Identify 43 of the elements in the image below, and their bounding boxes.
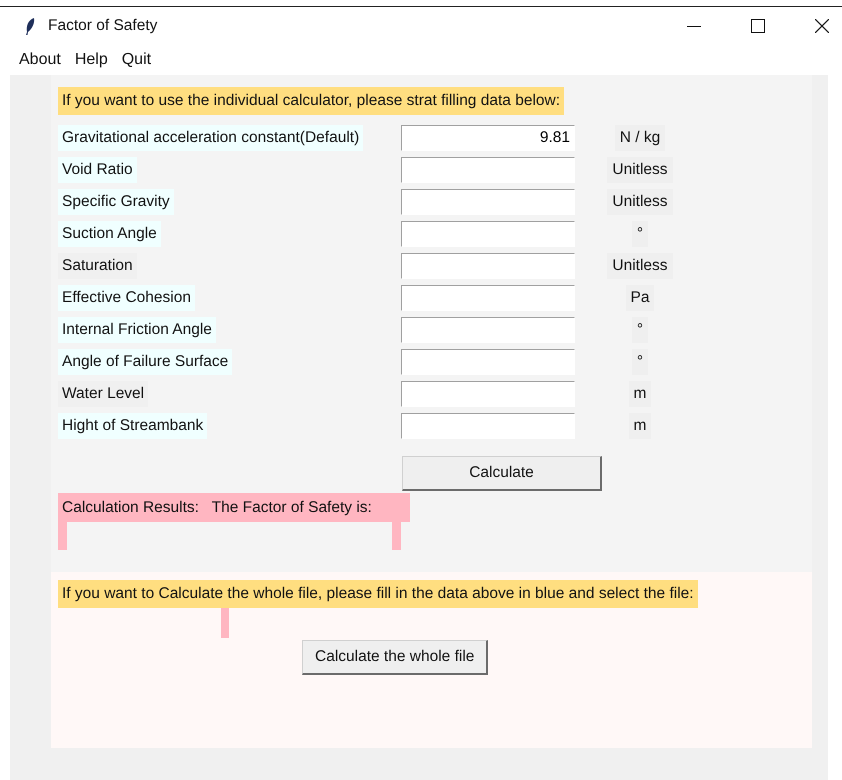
field-label: Hight of Streambank bbox=[58, 413, 208, 439]
menu-item[interactable]: Help bbox=[68, 49, 115, 71]
unit-label: m bbox=[628, 413, 652, 439]
file-prompt-label: If you want to Calculate the whole file, please fill in the data above in blue and select the file: bbox=[58, 580, 698, 608]
unit-label: Unitless bbox=[607, 157, 673, 183]
close-icon[interactable] bbox=[815, 19, 829, 33]
unit-label: ° bbox=[632, 317, 648, 343]
unit-label: Unitless bbox=[607, 253, 673, 279]
unit-label: Unitless bbox=[607, 189, 673, 215]
field-label: Void Ratio bbox=[58, 157, 137, 183]
input-field[interactable] bbox=[401, 253, 575, 279]
input-field[interactable] bbox=[401, 349, 575, 375]
unit-label: Pa bbox=[626, 285, 654, 311]
unit-label: N / kg bbox=[614, 125, 666, 151]
field-label: Suction Angle bbox=[58, 221, 161, 247]
unit-label: ° bbox=[632, 221, 648, 247]
input-field[interactable] bbox=[401, 285, 575, 311]
window-title: Factor of Safety bbox=[48, 17, 158, 35]
file-indicator bbox=[221, 608, 229, 638]
field-label: Saturation bbox=[58, 253, 137, 279]
input-field[interactable] bbox=[401, 413, 575, 439]
input-field[interactable] bbox=[401, 381, 575, 407]
input-field[interactable] bbox=[401, 189, 575, 215]
field-label: Angle of Failure Surface bbox=[58, 349, 232, 375]
field-label: Gravitational acceleration constant(Default) bbox=[58, 125, 364, 151]
unit-label: ° bbox=[632, 349, 648, 375]
input-field[interactable] bbox=[401, 317, 575, 343]
calculate-button[interactable]: Calculate bbox=[402, 456, 602, 491]
intro-label: If you want to use the individual calculator, please strat filling data below: bbox=[58, 87, 564, 115]
calculate-file-button[interactable]: Calculate the whole file bbox=[302, 640, 488, 675]
maximize-icon[interactable] bbox=[751, 19, 765, 33]
field-label: Internal Friction Angle bbox=[58, 317, 216, 343]
feather-icon bbox=[24, 17, 36, 35]
field-label: Water Level bbox=[58, 381, 148, 407]
result-label: Calculation Results: The Factor of Safety is: bbox=[58, 493, 410, 522]
unit-label: m bbox=[628, 381, 652, 407]
input-field[interactable] bbox=[401, 221, 575, 247]
field-label: Effective Cohesion bbox=[58, 285, 195, 311]
menu-item[interactable]: About bbox=[12, 49, 68, 71]
menu-item[interactable]: Quit bbox=[114, 49, 158, 71]
input-field[interactable]: 9.81 bbox=[401, 125, 575, 151]
field-label: Specific Gravity bbox=[58, 189, 174, 215]
input-field[interactable] bbox=[401, 157, 575, 183]
